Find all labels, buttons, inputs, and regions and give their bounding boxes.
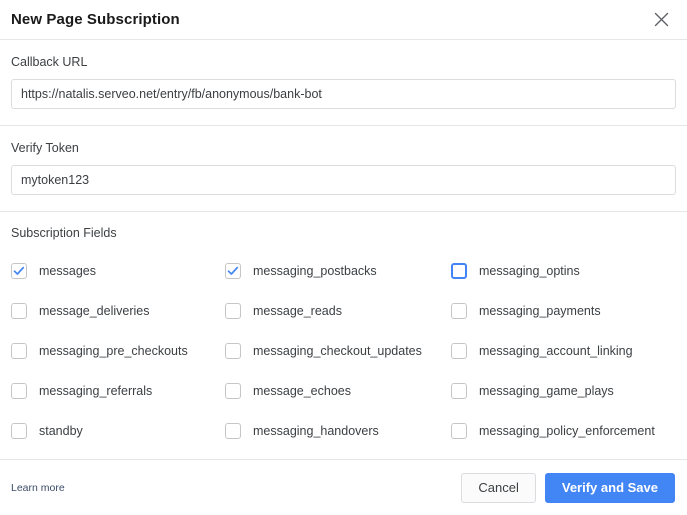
checkbox-messaging_referrals[interactable] bbox=[11, 383, 27, 399]
checkbox-messaging_pre_checkouts[interactable] bbox=[11, 343, 27, 359]
checkbox-message_echoes[interactable] bbox=[225, 383, 241, 399]
callback-url-section: Callback URL bbox=[0, 40, 687, 126]
subscription-field-label: messaging_handovers bbox=[253, 424, 379, 438]
subscription-field-item[interactable]: messaging_postbacks bbox=[225, 251, 451, 291]
checkbox-messaging_payments[interactable] bbox=[451, 303, 467, 319]
checkbox-messaging_postbacks[interactable] bbox=[225, 263, 241, 279]
subscription-fields-grid: messages messaging_postbacks messaging_opt… bbox=[11, 251, 676, 451]
subscription-field-label: message_deliveries bbox=[39, 304, 150, 318]
verify-token-input[interactable] bbox=[11, 165, 676, 195]
subscription-field-item[interactable]: messaging_game_plays bbox=[451, 371, 676, 411]
page-title: New Page Subscription bbox=[11, 11, 180, 28]
subscription-field-item[interactable]: message_reads bbox=[225, 291, 451, 331]
subscription-field-item[interactable]: messaging_handovers bbox=[225, 411, 451, 451]
callback-url-label: Callback URL bbox=[11, 55, 88, 69]
checkbox-standby[interactable] bbox=[11, 423, 27, 439]
subscription-field-item[interactable]: standby bbox=[11, 411, 225, 451]
subscription-field-item[interactable]: message_echoes bbox=[225, 371, 451, 411]
subscription-field-label: messaging_game_plays bbox=[479, 384, 614, 398]
subscription-fields-section: Subscription Fields messages messaging_po… bbox=[0, 212, 687, 460]
verify-token-section: Verify Token bbox=[0, 126, 687, 212]
subscription-field-label: messaging_checkout_updates bbox=[253, 344, 422, 358]
close-icon bbox=[654, 12, 669, 27]
subscription-field-label: messaging_pre_checkouts bbox=[39, 344, 188, 358]
subscription-field-label: messages bbox=[39, 264, 96, 278]
cancel-button[interactable]: Cancel bbox=[461, 472, 536, 503]
new-page-subscription-dialog: New Page Subscription Callback URL Verif… bbox=[0, 0, 687, 510]
checkbox-messaging_optins[interactable] bbox=[451, 263, 467, 279]
subscription-field-label: messaging_postbacks bbox=[253, 264, 377, 278]
checkbox-messaging_game_plays[interactable] bbox=[451, 383, 467, 399]
checkbox-messaging_policy_enforcement[interactable] bbox=[451, 423, 467, 439]
checkbox-messaging_handovers[interactable] bbox=[225, 423, 241, 439]
subscription-field-label: messaging_optins bbox=[479, 264, 580, 278]
subscription-field-item[interactable]: messaging_checkout_updates bbox=[225, 331, 451, 371]
verify-and-save-button[interactable]: Verify and Save bbox=[544, 472, 675, 503]
learn-more-link[interactable]: Learn more bbox=[11, 482, 65, 494]
subscription-field-label: messaging_policy_enforcement bbox=[479, 424, 655, 438]
subscription-field-item[interactable]: messaging_payments bbox=[451, 291, 676, 331]
close-button[interactable] bbox=[648, 7, 674, 33]
subscription-field-item[interactable]: messages bbox=[11, 251, 225, 291]
subscription-field-label: message_reads bbox=[253, 304, 342, 318]
checkbox-messages[interactable] bbox=[11, 263, 27, 279]
subscription-field-label: standby bbox=[39, 424, 83, 438]
subscription-field-label: messaging_payments bbox=[479, 304, 601, 318]
subscription-field-item[interactable]: message_deliveries bbox=[11, 291, 225, 331]
subscription-field-label: messaging_account_linking bbox=[479, 344, 633, 358]
footer-button-group: Cancel Verify and Save bbox=[461, 472, 675, 503]
dialog-header: New Page Subscription bbox=[0, 0, 687, 40]
subscription-field-item[interactable]: messaging_pre_checkouts bbox=[11, 331, 225, 371]
subscription-field-item[interactable]: messaging_optins bbox=[451, 251, 676, 291]
subscription-field-item[interactable]: messaging_policy_enforcement bbox=[451, 411, 676, 451]
subscription-field-label: message_echoes bbox=[253, 384, 351, 398]
checkbox-messaging_account_linking[interactable] bbox=[451, 343, 467, 359]
callback-url-input[interactable] bbox=[11, 79, 676, 109]
dialog-footer: Learn more Cancel Verify and Save bbox=[0, 460, 687, 515]
verify-token-label: Verify Token bbox=[11, 141, 79, 155]
subscription-field-label: messaging_referrals bbox=[39, 384, 153, 398]
subscription-field-item[interactable]: messaging_account_linking bbox=[451, 331, 676, 371]
subscription-fields-label: Subscription Fields bbox=[11, 226, 117, 240]
subscription-field-item[interactable]: messaging_referrals bbox=[11, 371, 225, 411]
checkbox-messaging_checkout_updates[interactable] bbox=[225, 343, 241, 359]
checkbox-message_deliveries[interactable] bbox=[11, 303, 27, 319]
checkbox-message_reads[interactable] bbox=[225, 303, 241, 319]
